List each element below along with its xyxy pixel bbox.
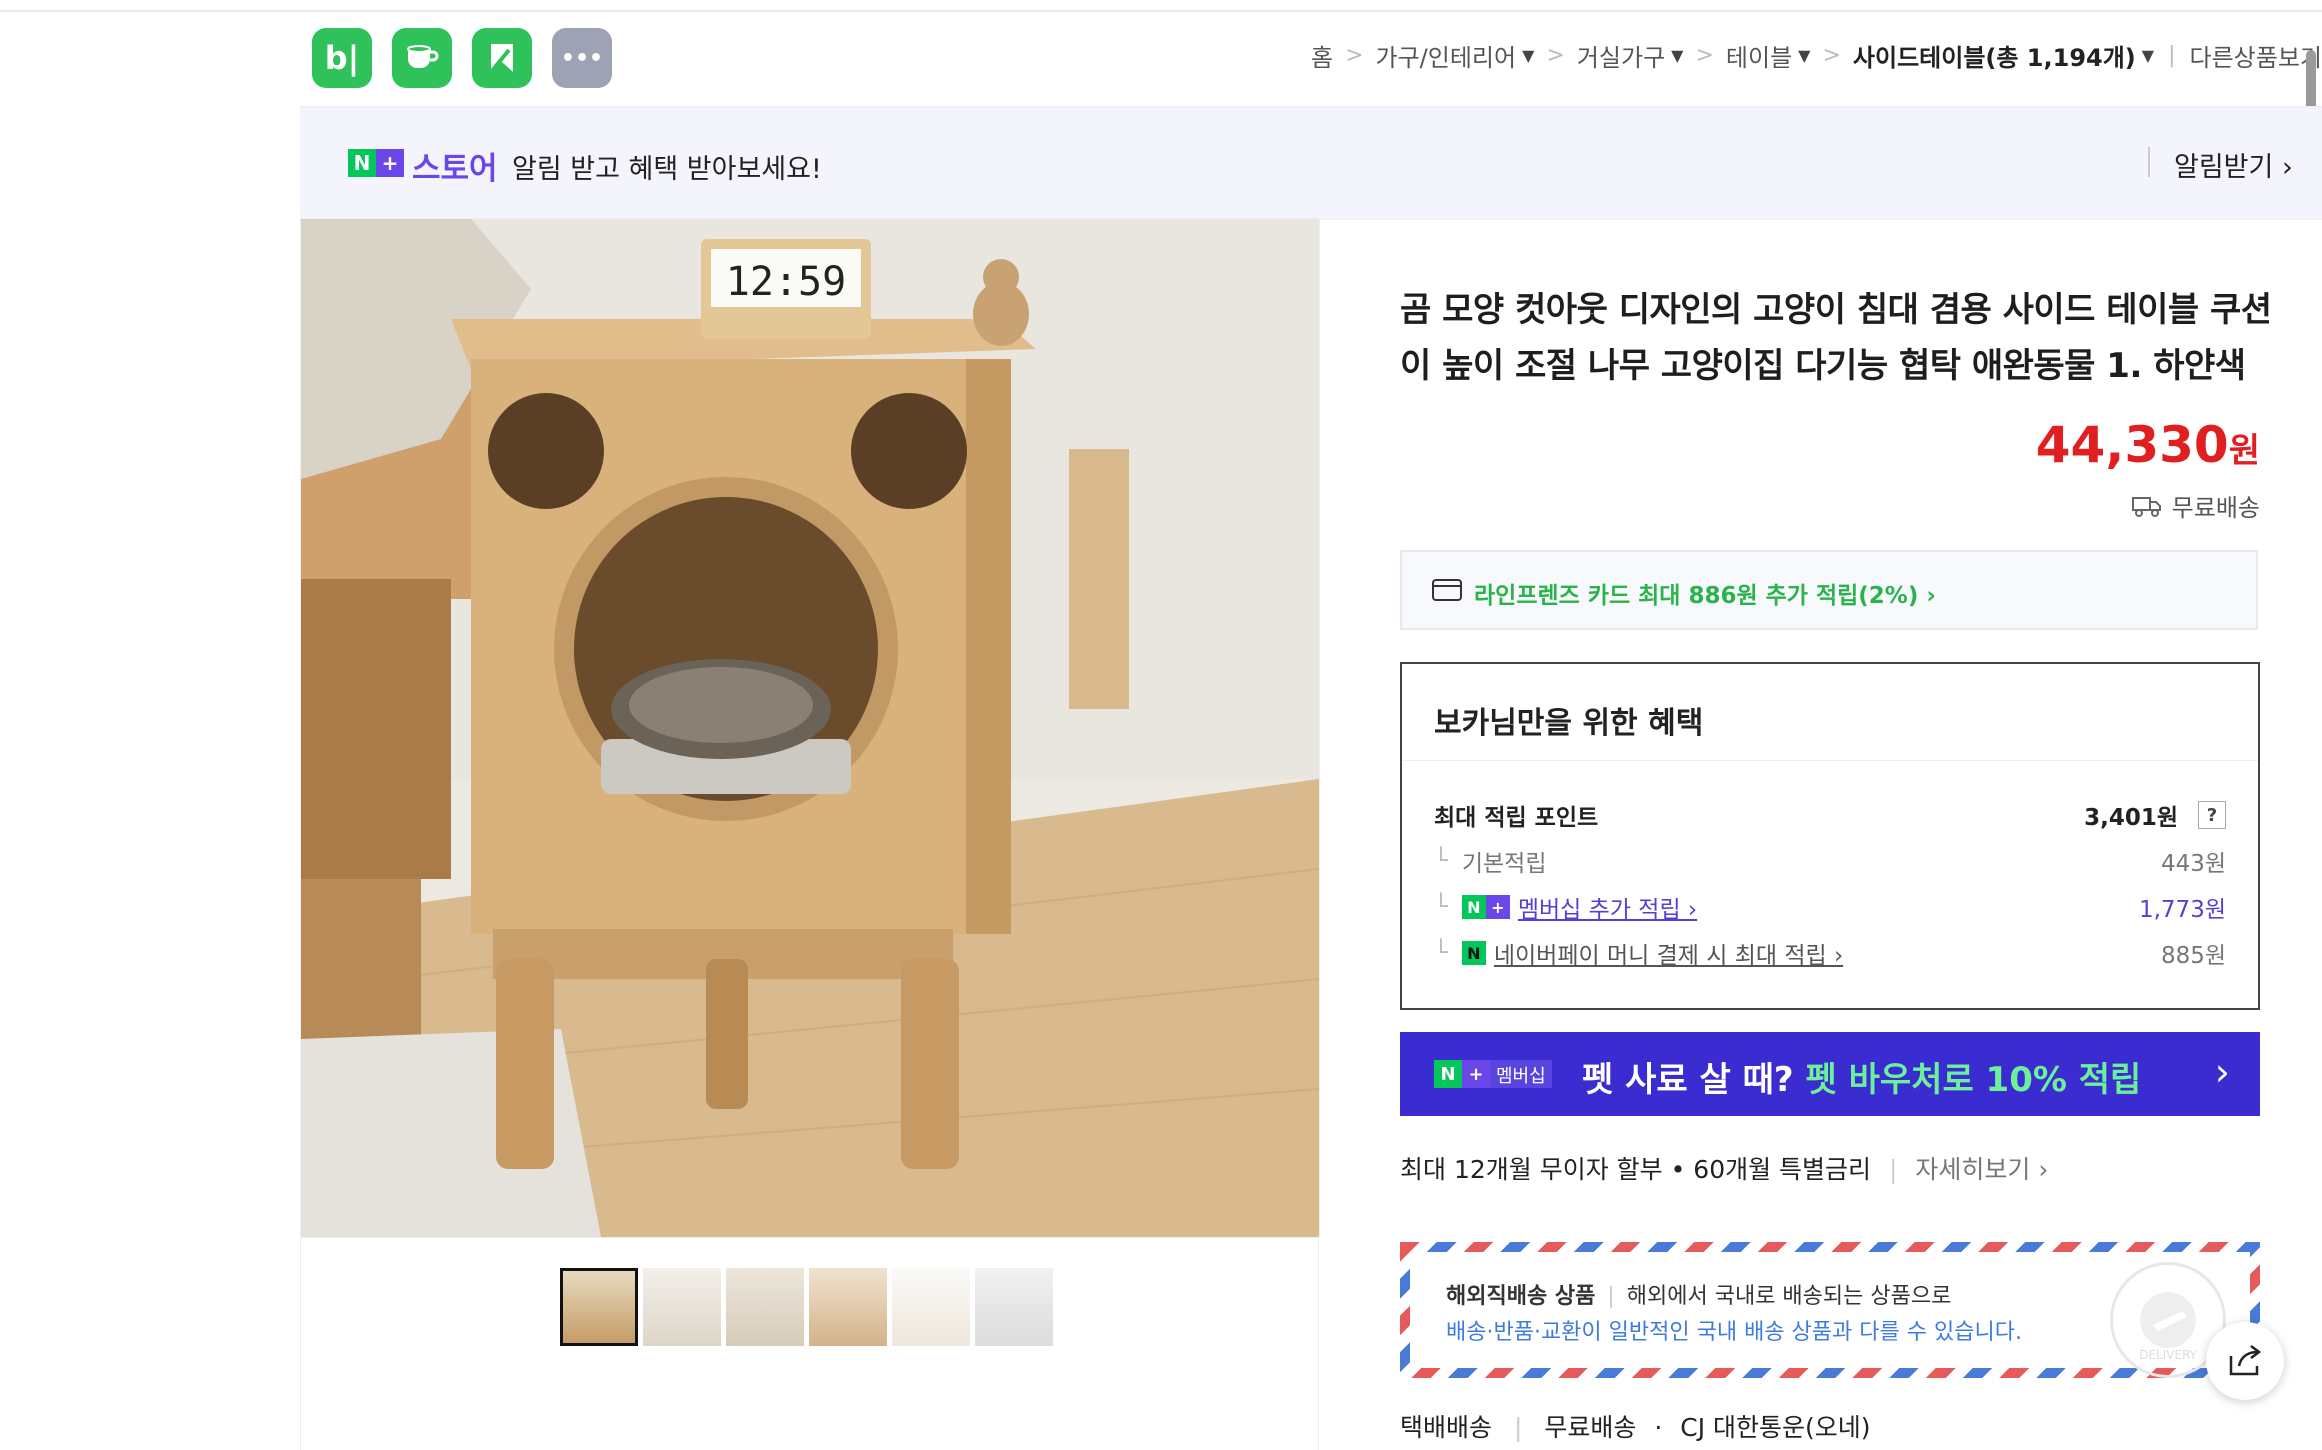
thumbnail-2[interactable] <box>643 1268 721 1346</box>
breadcrumb-category-living[interactable]: 거실가구 <box>1577 38 1665 73</box>
divider: | <box>1607 1284 1615 1309</box>
overseas-line: 해외직배송 상품 | 해외에서 국내로 배송되는 상품으로 <box>1446 1278 1951 1310</box>
share-button[interactable] <box>2206 1322 2284 1400</box>
divider: | <box>1889 1155 1898 1184</box>
app-shortcuts: b| ••• <box>312 28 612 88</box>
delivery-info: 택배배송 | 무료배송 · CJ 대한통운(오네) <box>1400 1408 1871 1444</box>
clock-display: 12:59 <box>726 259 846 305</box>
separator-icon: > <box>1546 43 1565 68</box>
membership-points-row: └ N + 멤버십 추가 적립 › 1,773원 <box>1434 890 2226 924</box>
tree-branch-icon: └ <box>1434 894 1448 920</box>
npay-icon: N <box>1461 941 1486 965</box>
membership-points-link[interactable]: 멤버십 추가 적립 › <box>1518 890 1697 924</box>
basic-points-row: └ 기본적립 443원 <box>1434 844 2226 878</box>
delivery-carrier: CJ 대한통운(오네) <box>1680 1413 1871 1442</box>
credit-card-icon <box>1432 579 1462 601</box>
caret-down-icon[interactable]: ▼ <box>1671 46 1683 65</box>
flag-icon <box>489 44 513 74</box>
overseas-note: 배송·반품·교환이 일반적인 국내 배송 상품과 다를 수 있습니다. <box>1446 1320 2022 1345</box>
membership-tag: 멤버십 <box>1490 1060 1552 1088</box>
more-icon[interactable]: ••• <box>552 28 612 88</box>
chevron-right-icon[interactable]: › <box>2215 1050 2230 1094</box>
bookmark-icon[interactable] <box>472 28 532 88</box>
overseas-shipping-notice: 해외직배송 상품 | 해외에서 국내로 배송되는 상품으로 배송·반품·교환이 일반… <box>1400 1242 2260 1378</box>
thumbnail-3[interactable] <box>726 1268 804 1346</box>
cup-icon <box>407 45 439 68</box>
max-points-label: 최대 적립 포인트 <box>1434 805 1599 831</box>
benefits-title: 보카님만을 위한 혜택 <box>1434 706 1704 741</box>
other-products-link[interactable]: 다른상품보기 <box>2190 38 2322 73</box>
separator-icon: > <box>1695 43 1714 68</box>
truck-icon <box>2131 496 2161 517</box>
npay-points-link[interactable]: 네이버페이 머니 결제 시 최대 적립 › <box>1494 936 1843 970</box>
divider: | <box>2168 43 2176 68</box>
installment-text: 최대 12개월 무이자 할부 • 60개월 특별금리 <box>1400 1155 1872 1184</box>
separator-icon: > <box>1345 43 1364 68</box>
store-notification-banner: N + 스토어 알림 받고 혜택 받아보세요! 알림받기 › <box>300 106 2322 220</box>
max-points-row: 최대 적립 포인트 3,401원? <box>1434 798 2226 832</box>
product-title: 곰 모양 컷아웃 디자인의 고양이 침대 겸용 사이드 테이블 쿠션이 높이 조… <box>1400 290 2272 386</box>
npay-points-row: └ N 네이버페이 머니 결제 시 최대 적립 › 885원 <box>1434 936 2226 970</box>
thumbnail-1[interactable] <box>560 1268 638 1346</box>
browser-top-edge <box>0 0 2322 12</box>
caret-down-icon[interactable]: ▼ <box>1798 46 1810 65</box>
naver-plus-logo: N + <box>348 149 404 177</box>
breadcrumb-category-table[interactable]: 테이블 <box>1726 38 1792 73</box>
thumbnail-6[interactable] <box>975 1268 1053 1346</box>
shipping-info: 무료배송 <box>2131 488 2260 523</box>
breadcrumb-home[interactable]: 홈 <box>1311 38 1333 73</box>
tree-branch-icon: └ <box>1434 940 1448 966</box>
share-icon <box>2229 1345 2262 1376</box>
installment-details-link[interactable]: 자세히보기 › <box>1915 1155 2048 1184</box>
image-column-right-edge <box>1318 1236 1319 1450</box>
product-price: 44,330원 <box>2035 416 2260 474</box>
product-main-image[interactable]: 12:59 <box>300 218 1320 1238</box>
plus-logo-icon: + <box>376 149 404 177</box>
overseas-label: 해외직배송 상품 <box>1446 1284 1596 1309</box>
n-logo-icon: N <box>348 149 376 177</box>
help-icon[interactable]: ? <box>2198 801 2226 829</box>
divider: | <box>1513 1413 1523 1442</box>
membership-pet-banner[interactable]: N + 멤버십 펫 사료 살 때? 펫 바우처로 10% 적립 › <box>1400 1032 2260 1116</box>
stamp-text: DELIVERY <box>2139 1348 2197 1362</box>
subscribe-alerts-button[interactable]: 알림받기 › <box>2174 145 2293 184</box>
breadcrumb: 홈 > 가구/인테리어 ▼ > 거실가구 ▼ > 테이블 ▼ > 사이드테이블(총 1… <box>1311 38 2322 73</box>
naver-plus-icon: N + <box>1461 895 1510 919</box>
benefits-box: 보카님만을 위한 혜택 최대 적립 포인트 3,401원? └ 기본적립 443원… <box>1400 662 2260 1010</box>
membership-points-value: 1,773원 <box>2138 897 2226 923</box>
breadcrumb-current[interactable]: 사이드테이블(총 1,194개) <box>1853 38 2136 73</box>
basic-points-label: 기본적립 <box>1461 851 1547 877</box>
thumbnail-strip <box>560 1268 1053 1346</box>
card-promo-text[interactable]: 라인프렌즈 카드 최대 886원 추가 적립(2%) › <box>1474 576 1936 610</box>
blog-icon[interactable]: b| <box>312 28 372 88</box>
overseas-desc: 해외에서 국내로 배송되는 상품으로 <box>1626 1284 1952 1309</box>
caret-down-icon[interactable]: ▼ <box>2142 46 2154 65</box>
store-message: 알림 받고 혜택 받아보세요! <box>512 154 822 185</box>
membership-banner-text: 펫 사료 살 때? 펫 바우처로 10% 적립 <box>1582 1060 2142 1100</box>
divider <box>1402 760 2258 761</box>
delivery-method: 택배배송 <box>1400 1413 1493 1442</box>
thumbnail-4[interactable] <box>809 1268 887 1346</box>
image-column-left-edge <box>300 1236 301 1450</box>
store-label: 스토어 <box>412 151 498 187</box>
max-points-value: 3,401원 <box>2084 805 2178 831</box>
divider <box>2148 147 2150 177</box>
npay-points-value: 885원 <box>2160 943 2226 969</box>
tree-branch-icon: └ <box>1434 848 1448 874</box>
bullet: · <box>1654 1413 1663 1442</box>
thumbnail-5[interactable] <box>892 1268 970 1346</box>
card-promo-banner[interactable]: 라인프렌즈 카드 최대 886원 추가 적립(2%) › <box>1400 550 2258 630</box>
delivery-fee: 무료배송 <box>1544 1413 1637 1442</box>
naver-plus-membership-logo: N + 멤버십 <box>1434 1060 1552 1088</box>
breadcrumb-category-furniture[interactable]: 가구/인테리어 <box>1376 38 1517 73</box>
cafe-icon[interactable] <box>392 28 452 88</box>
basic-points-value: 443원 <box>2160 851 2226 877</box>
installment-info: 최대 12개월 무이자 할부 • 60개월 특별금리 | 자세히보기 › <box>1400 1150 2048 1186</box>
separator-icon: > <box>1822 43 1841 68</box>
caret-down-icon[interactable]: ▼ <box>1522 46 1534 65</box>
